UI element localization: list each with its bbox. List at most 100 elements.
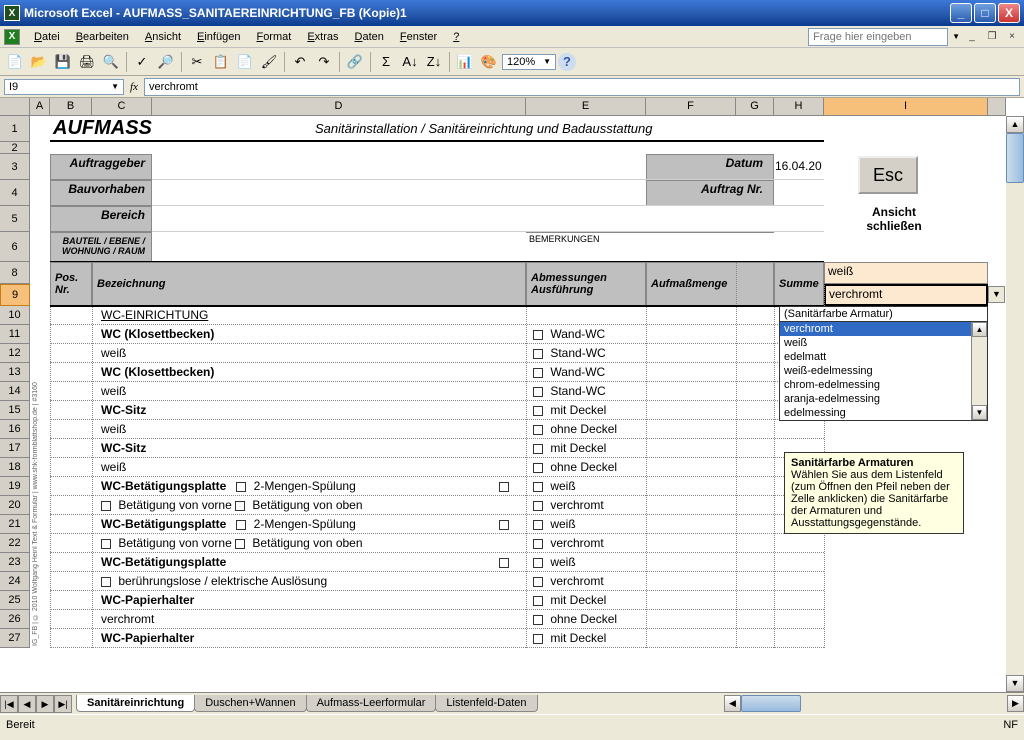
- sheet-tab-1[interactable]: Duschen+Wannen: [194, 695, 306, 712]
- formula-bar[interactable]: verchromt: [144, 78, 1020, 96]
- drawing-icon[interactable]: 🎨: [478, 51, 500, 73]
- row-header-11[interactable]: 11: [0, 325, 30, 344]
- data-abm-8[interactable]: ohne Deckel: [530, 459, 644, 476]
- fx-icon[interactable]: fx: [130, 81, 138, 93]
- hscroll-thumb[interactable]: [741, 695, 801, 712]
- worksheet-grid[interactable]: AUFMASSSanitärinstallation / Sanitäreinr…: [30, 116, 1006, 692]
- data-abm-17[interactable]: mit Deckel: [530, 630, 644, 647]
- col-header-D[interactable]: D: [152, 98, 526, 116]
- data-abm-16[interactable]: ohne Deckel: [530, 611, 644, 628]
- data-abm-5[interactable]: mit Deckel: [530, 402, 644, 419]
- excel-doc-icon[interactable]: X: [4, 29, 20, 45]
- dd-scroll-up-icon[interactable]: ▲: [972, 322, 987, 337]
- dropdown-item-2[interactable]: edelmatt: [780, 350, 971, 364]
- extra-chk-11[interactable]: [496, 516, 522, 533]
- validation-dropdown-button[interactable]: ▼: [988, 286, 1005, 303]
- ask-question-input[interactable]: [808, 28, 948, 46]
- menu-bearbeiten[interactable]: Bearbeiten: [68, 29, 137, 45]
- print-preview-icon[interactable]: 🔍: [100, 51, 122, 73]
- menu-extras[interactable]: Extras: [299, 29, 346, 45]
- extra-chk-9[interactable]: [496, 478, 522, 495]
- research-icon[interactable]: 🔎: [155, 51, 177, 73]
- zoom-dropdown-icon[interactable]: ▼: [543, 57, 551, 66]
- dropdown-item-3[interactable]: weiß-edelmessing: [780, 364, 971, 378]
- row-header-2[interactable]: 2: [0, 142, 30, 154]
- horizontal-scrollbar[interactable]: ◀ ▶: [724, 695, 1024, 712]
- cut-icon[interactable]: ✂: [186, 51, 208, 73]
- data-abm-15[interactable]: mit Deckel: [530, 592, 644, 609]
- extra-chk-13[interactable]: [496, 554, 522, 571]
- row-header-20[interactable]: 20: [0, 496, 30, 515]
- scroll-left-icon[interactable]: ◀: [724, 695, 741, 712]
- paste-icon[interactable]: 📄: [234, 51, 256, 73]
- sort-asc-icon[interactable]: A↓: [399, 51, 421, 73]
- row-header-5[interactable]: 5: [0, 206, 30, 232]
- ask-dropdown-icon[interactable]: ▼: [952, 32, 960, 41]
- scroll-up-icon[interactable]: ▲: [1006, 116, 1024, 133]
- dropdown-item-5[interactable]: aranja-edelmessing: [780, 392, 971, 406]
- data-abm-11[interactable]: weiß: [530, 516, 644, 533]
- col-header-B[interactable]: B: [50, 98, 92, 116]
- row-header-26[interactable]: 26: [0, 610, 30, 629]
- data-abm-14[interactable]: verchromt: [530, 573, 644, 590]
- esc-button[interactable]: Esc: [858, 156, 918, 194]
- row-header-3[interactable]: 3: [0, 154, 30, 180]
- row-header-16[interactable]: 16: [0, 420, 30, 439]
- cell-i8[interactable]: weiß: [824, 262, 988, 284]
- undo-icon[interactable]: ↶: [289, 51, 311, 73]
- data-abm-2[interactable]: Stand-WC: [530, 345, 644, 362]
- row-header-18[interactable]: 18: [0, 458, 30, 477]
- row-header-12[interactable]: 12: [0, 344, 30, 363]
- data-abm-9[interactable]: weiß: [530, 478, 644, 495]
- data-abm-13[interactable]: weiß: [530, 554, 644, 571]
- zoom-combo[interactable]: 120% ▼: [502, 54, 556, 70]
- data-abm-4[interactable]: Stand-WC: [530, 383, 644, 400]
- row-header-10[interactable]: 10: [0, 306, 30, 325]
- spellcheck-icon[interactable]: ✓: [131, 51, 153, 73]
- select-all-corner[interactable]: [0, 98, 30, 116]
- data-abm-10[interactable]: verchromt: [530, 497, 644, 514]
- col-header-F[interactable]: F: [646, 98, 736, 116]
- menu-fenster[interactable]: Fenster: [392, 29, 445, 45]
- minimize-button[interactable]: _: [950, 3, 972, 23]
- help-icon[interactable]: ?: [558, 53, 576, 71]
- name-box[interactable]: I9 ▼: [4, 79, 124, 95]
- doc-close-button[interactable]: ×: [1004, 30, 1020, 44]
- data-abm-12[interactable]: verchromt: [530, 535, 644, 552]
- col-header-E[interactable]: E: [526, 98, 646, 116]
- col-header-H[interactable]: H: [774, 98, 824, 116]
- doc-minimize-button[interactable]: _: [964, 30, 980, 44]
- col-header-G[interactable]: G: [736, 98, 774, 116]
- tab-prev-icon[interactable]: ◀: [18, 695, 36, 713]
- row-header-4[interactable]: 4: [0, 180, 30, 206]
- tab-last-icon[interactable]: ▶|: [54, 695, 72, 713]
- save-icon[interactable]: 💾: [52, 51, 74, 73]
- dropdown-item-0[interactable]: verchromt: [780, 322, 971, 336]
- row-header-13[interactable]: 13: [0, 363, 30, 382]
- dropdown-item-6[interactable]: edelmessing: [780, 406, 971, 420]
- row-header-21[interactable]: 21: [0, 515, 30, 534]
- row-header-25[interactable]: 25: [0, 591, 30, 610]
- data-abm-7[interactable]: mit Deckel: [530, 440, 644, 457]
- menu-?[interactable]: ?: [445, 29, 467, 45]
- dd-scroll-down-icon[interactable]: ▼: [972, 405, 987, 420]
- doc-restore-button[interactable]: ❐: [984, 30, 1000, 44]
- row-header-23[interactable]: 23: [0, 553, 30, 572]
- copy-icon[interactable]: 📋: [210, 51, 232, 73]
- sheet-tab-0[interactable]: Sanitäreinrichtung: [76, 695, 195, 712]
- row-header-24[interactable]: 24: [0, 572, 30, 591]
- row-header-8[interactable]: 8: [0, 262, 30, 284]
- autosum-icon[interactable]: Σ: [375, 51, 397, 73]
- data-abm-3[interactable]: Wand-WC: [530, 364, 644, 381]
- row-header-19[interactable]: 19: [0, 477, 30, 496]
- menu-daten[interactable]: Daten: [347, 29, 392, 45]
- name-box-dropdown-icon[interactable]: ▼: [111, 82, 119, 91]
- format-painter-icon[interactable]: 🖌: [258, 51, 280, 73]
- new-file-icon[interactable]: 📄: [4, 51, 26, 73]
- col-header-I[interactable]: I: [824, 98, 988, 116]
- dropdown-item-4[interactable]: chrom-edelmessing: [780, 378, 971, 392]
- open-file-icon[interactable]: 📂: [28, 51, 50, 73]
- data-abm-6[interactable]: ohne Deckel: [530, 421, 644, 438]
- menu-ansicht[interactable]: Ansicht: [137, 29, 189, 45]
- dropdown-scrollbar[interactable]: ▲▼: [971, 322, 987, 420]
